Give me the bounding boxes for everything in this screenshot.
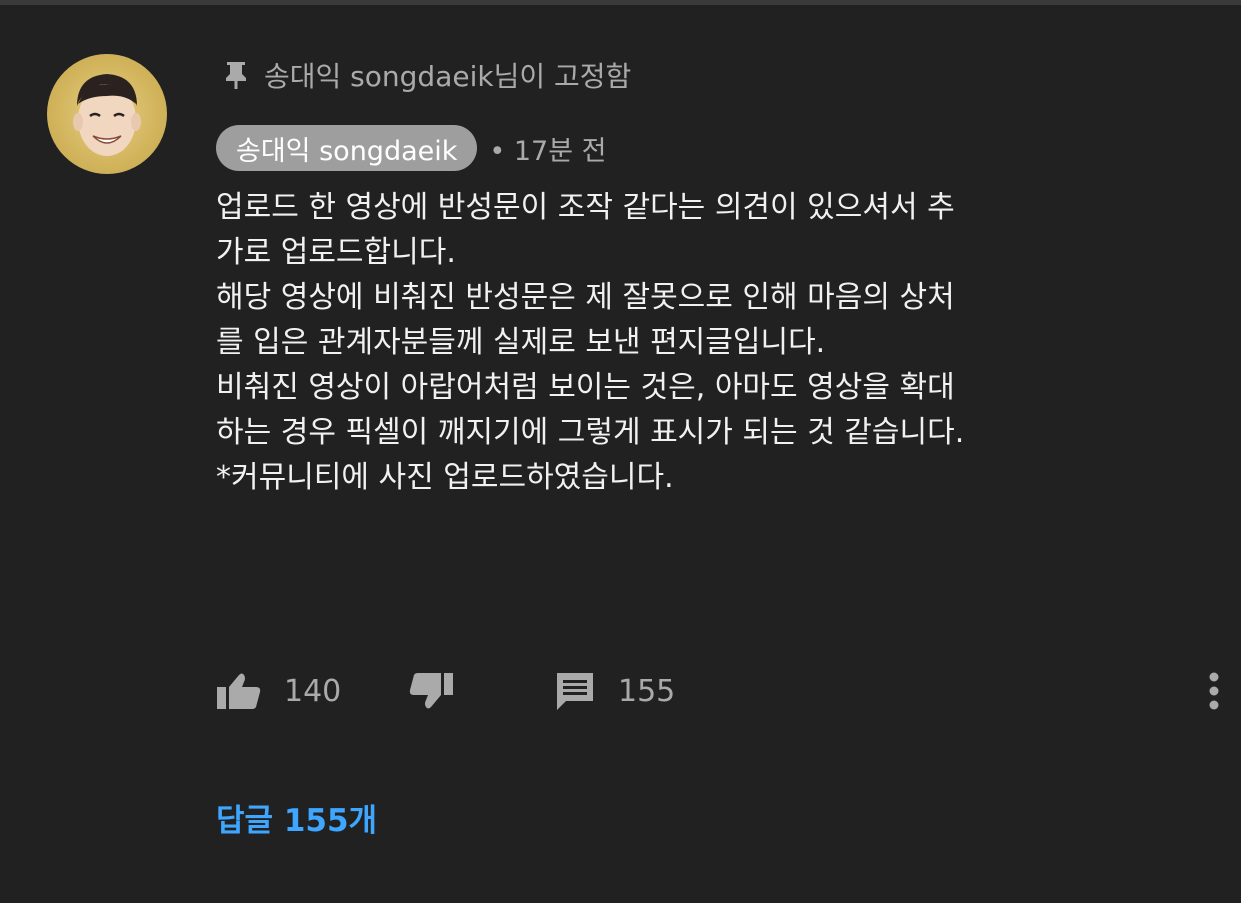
- top-divider: [0, 0, 1241, 5]
- comment-actions: 140 155: [216, 664, 1219, 718]
- author-name-chip[interactable]: 송대익 songdaeik: [216, 125, 478, 171]
- avatar[interactable]: [47, 54, 167, 174]
- comment-line: 하는 경우 픽셀이 깨지기에 그렇게 표시가 되는 것 같습니다.: [216, 415, 965, 450]
- comment-line: 업로드 한 영상에 반성문이 조작 같다는 의견이 있으셔서 추: [216, 190, 955, 225]
- comment-line: 를 입은 관계자분들께 실제로 보낸 편지글입니다.: [216, 325, 826, 360]
- comment-line: *커뮤니티에 사진 업로드하였습니다.: [216, 460, 674, 495]
- reply-count: 155: [618, 673, 676, 709]
- comment-line: 비춰진 영상이 아랍어처럼 보이는 것은, 아마도 영상을 확대: [216, 370, 955, 405]
- comment-text: 업로드 한 영상에 반성문이 조작 같다는 의견이 있으셔서 추 가로 업로드합…: [216, 186, 1206, 501]
- like-count: 140: [284, 673, 342, 709]
- more-options-button[interactable]: [1202, 664, 1226, 718]
- more-vertical-icon: [1209, 672, 1219, 710]
- avatar-face-icon: [73, 74, 141, 156]
- comment-timestamp[interactable]: • 17분 전: [489, 129, 606, 168]
- dislike-button[interactable]: [408, 664, 454, 718]
- comment-line: 가로 업로드합니다.: [216, 235, 456, 270]
- pinned-text: 송대익 songdaeik님이 고정함: [264, 60, 632, 93]
- comment-line: 해당 영상에 비춰진 반성문은 제 잘못으로 인해 마음의 상처: [216, 280, 955, 315]
- thumbs-up-icon: [217, 673, 261, 709]
- thumbs-down-icon: [409, 673, 453, 709]
- like-button[interactable]: 140: [216, 664, 341, 718]
- comment-header: 송대익 songdaeik • 17분 전: [216, 125, 607, 171]
- reply-button[interactable]: 155: [554, 664, 675, 718]
- pin-icon: [224, 59, 248, 91]
- view-replies-link[interactable]: 답글 155개: [216, 795, 377, 840]
- pinned-indicator: 송대익 songdaeik님이 고정함: [224, 55, 631, 95]
- comment-icon: [557, 673, 593, 710]
